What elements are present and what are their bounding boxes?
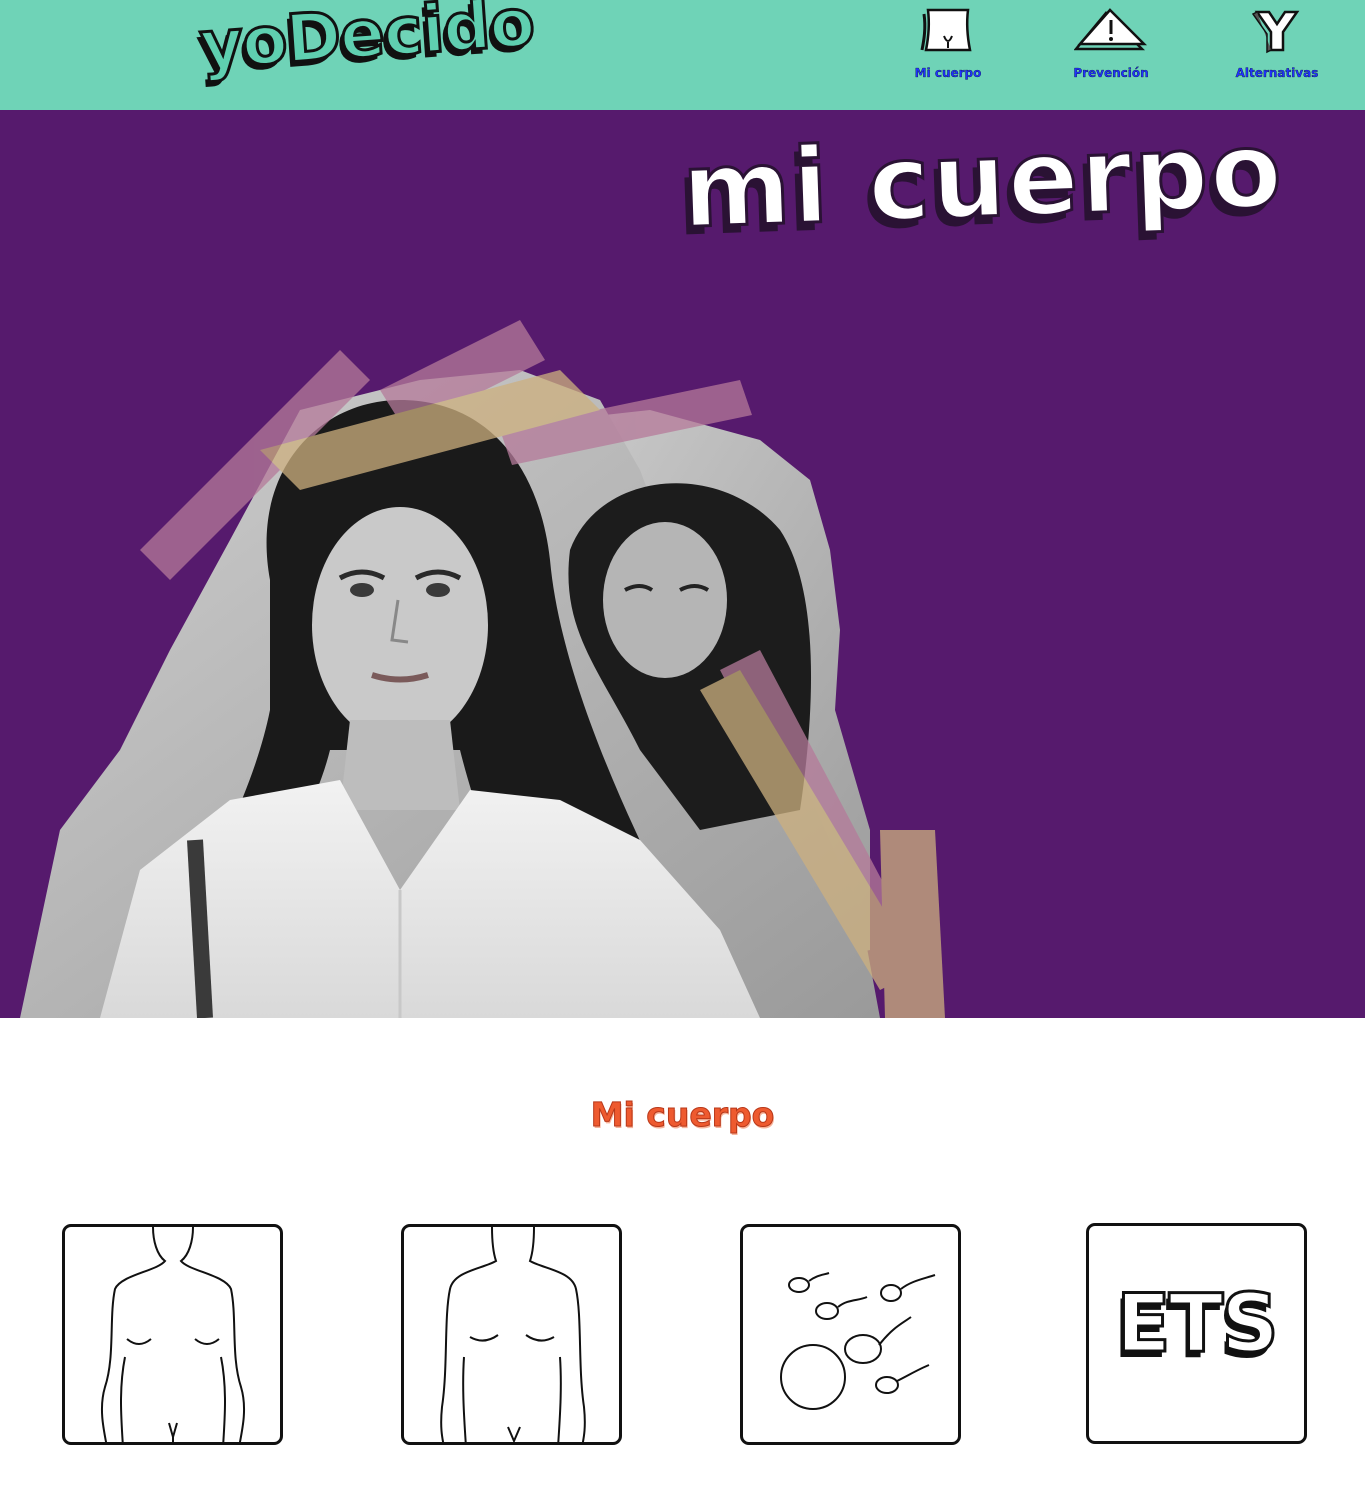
nav-item-mi-cuerpo[interactable]: Mi cuerpo [912, 6, 984, 80]
card-reproduction[interactable] [740, 1224, 961, 1445]
nav-label: Alternativas [1235, 66, 1319, 80]
hero-title: mi cuerpo [679, 110, 1288, 253]
fork-icon [1251, 10, 1300, 54]
card-male-body[interactable] [401, 1224, 622, 1445]
nav-item-prevencion[interactable]: Prevención [1071, 6, 1151, 80]
nav-label: Mi cuerpo [914, 66, 982, 80]
nav-label: Prevención [1073, 66, 1149, 80]
card-ets[interactable]: ETS [1086, 1223, 1307, 1444]
card-female-body[interactable] [62, 1224, 283, 1445]
site-logo[interactable]: yoDecido [196, 0, 538, 86]
female-body-icon [100, 1227, 246, 1442]
reproduction-icon [780, 1272, 936, 1410]
site-header: yoDecido Mi cuerpo Prevención Alternativ… [0, 0, 1365, 110]
warning-icon [1074, 8, 1148, 51]
section-title: Mi cuerpo [590, 1095, 775, 1135]
hero-banner: mi cuerpo [0, 110, 1365, 1018]
male-body-icon [440, 1227, 586, 1442]
body-icon [920, 8, 972, 52]
two-women-photo-collage [20, 320, 945, 1018]
nav-item-alternativas[interactable]: Alternativas [1233, 6, 1321, 80]
ets-icon: ETS [1115, 1276, 1281, 1372]
